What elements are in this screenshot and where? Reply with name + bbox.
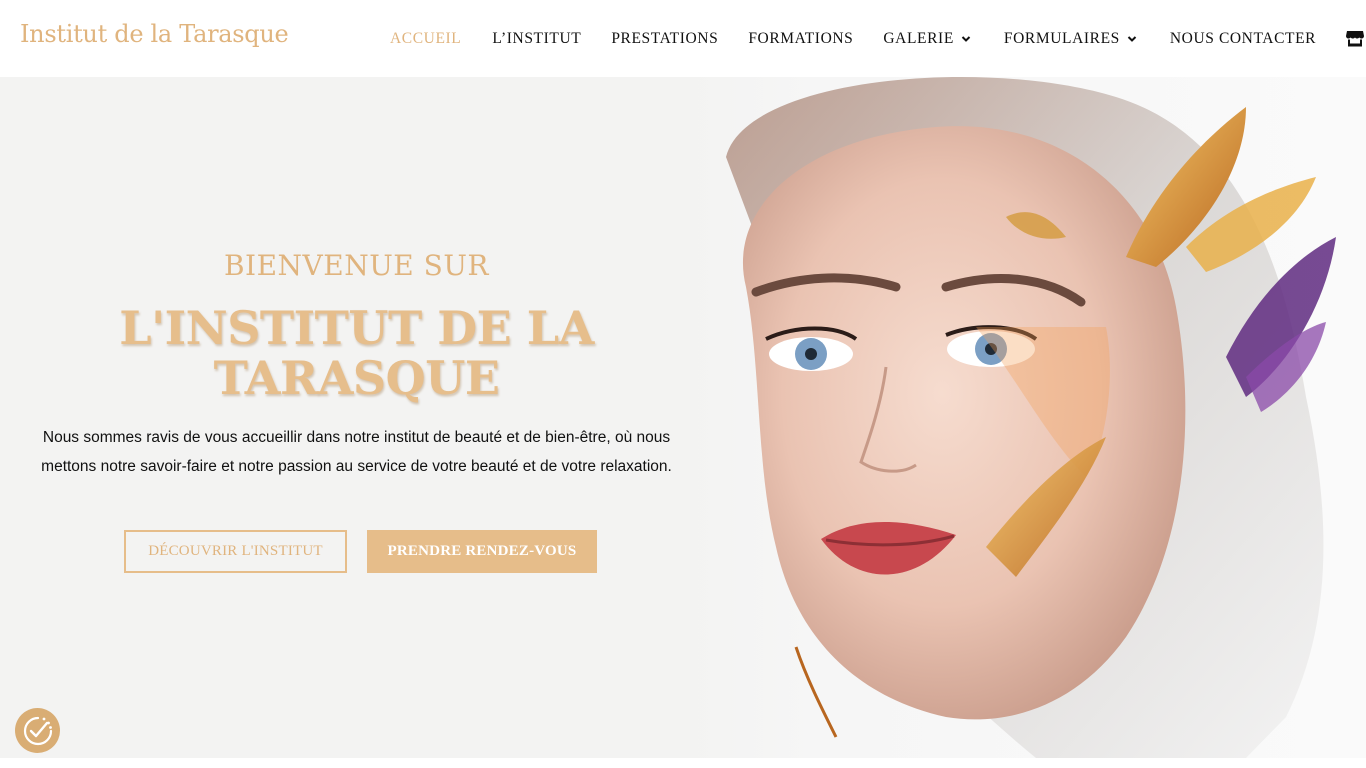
hero-title-line1: L'INSTITUT DE LA [119, 301, 594, 355]
hero-title-line2: TARASQUE [213, 351, 500, 405]
nav-item-formulaires[interactable]: FORMULAIRES [1004, 30, 1137, 48]
chevron-down-icon [1127, 35, 1137, 42]
bottom-strip [0, 758, 1366, 768]
hero-intro: Nous sommes ravis de vous accueillir dan… [30, 423, 683, 481]
accessibility-button[interactable] [15, 708, 60, 753]
nav-item-formations[interactable]: FORMATIONS [748, 30, 853, 48]
hero-eyebrow: BIENVENUE SUR [223, 249, 490, 282]
main-nav: ACCUEIL L’INSTITUT PRESTATIONS FORMATION… [390, 0, 1366, 77]
book-appointment-button[interactable]: PRENDRE RENDEZ-VOUS [367, 530, 597, 573]
nav-item-contact[interactable]: NOUS CONTACTER [1170, 30, 1316, 48]
nav-item-prestations[interactable]: PRESTATIONS [611, 30, 718, 48]
site-logo[interactable]: Institut de la Tarasque [20, 20, 289, 48]
discover-institute-button[interactable]: DÉCOUVRIR L'INSTITUT [124, 530, 347, 573]
nav-item-accueil[interactable]: ACCUEIL [390, 30, 461, 48]
store-icon[interactable] [1346, 30, 1365, 47]
nav-item-galerie-label: GALERIE [883, 29, 954, 47]
hero-intro-line1: Nous sommes ravis de vous accueillir dan… [42, 429, 671, 446]
hero-title: L'INSTITUT DE LA TARASQUE [30, 303, 683, 403]
nav-item-institut[interactable]: L’INSTITUT [492, 30, 581, 48]
chevron-down-icon [961, 35, 971, 42]
site-header: Institut de la Tarasque ACCUEIL L’INSTIT… [0, 0, 1366, 77]
hero-portrait-image [686, 77, 1366, 758]
hero-intro-line2: mettons notre savoir-faire et notre pass… [41, 458, 672, 475]
nav-item-formulaires-label: FORMULAIRES [1003, 29, 1120, 47]
hero-section: BIENVENUE SUR L'INSTITUT DE LA TARASQUE … [0, 77, 1366, 758]
nav-item-galerie[interactable]: GALERIE [883, 30, 971, 48]
accessibility-icon [23, 716, 52, 745]
